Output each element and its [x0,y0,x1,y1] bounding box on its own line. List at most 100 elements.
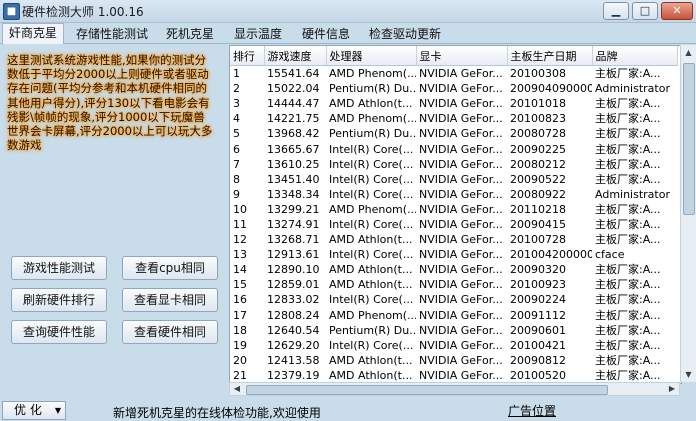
optimize-dropdown[interactable]: 优 化 ▼ [2,401,66,420]
table-row[interactable]: 8 13451.40 Intel(R) Core(... NVIDIA GeFor..… [230,172,677,187]
scroll-down-icon[interactable]: ▼ [681,367,696,382]
table-row[interactable]: 5 13968.42 Pentium(R) Du... NVIDIA GeFor...… [230,126,677,141]
table-cell: 20100728 [510,233,566,247]
maximize-button[interactable]: □ [632,2,658,20]
header-gpu[interactable]: 显卡 [416,46,508,66]
minimize-button[interactable]: ▁ [603,2,629,20]
horizontal-scroll-thumb[interactable] [246,385,608,395]
table-row[interactable]: 17 12808.24 AMD Phenom(... NVIDIA GeFor... 2… [230,308,677,323]
table-cell: NVIDIA GeFor... [419,308,503,322]
table-row[interactable]: 15 12859.01 AMD Athlon(t... NVIDIA GeFor...… [230,277,677,292]
scroll-up-icon[interactable]: ▲ [681,45,696,60]
table-cell: 20101018 [510,97,566,111]
table-cell: 18 [233,323,247,337]
table-cell: NVIDIA GeFor... [419,127,503,141]
table-cell: 主板厂家:A... [595,338,661,352]
view-same-gpu-button[interactable]: 查看显卡相同 [122,288,218,312]
table-cell: 主板厂家:A... [595,217,661,231]
table-cell: 主板厂家:A... [595,112,661,126]
table-cell: 201004200000... [510,248,592,262]
vertical-scroll-thumb[interactable] [683,63,695,215]
tab-storage-test[interactable]: 存储性能测试 [68,24,156,43]
title-bar: ■ 硬件检测大师 1.00.16 ▁ □ ✕ [0,0,696,23]
header-brand[interactable]: 品牌 [592,46,678,66]
table-cell: 主板厂家:A... [595,142,661,156]
table-row[interactable]: 2 15022.04 Pentium(R) Du... NVIDIA GeFor...… [230,81,677,96]
table-row[interactable]: 20 12413.58 AMD Athlon(t... NVIDIA GeFor...… [230,353,677,368]
table-cell: 12379.19 [267,368,320,382]
table-row[interactable]: 6 13665.67 Intel(R) Core(... NVIDIA GeFor..… [230,141,677,156]
table-row[interactable]: 14 12890.10 AMD Athlon(t... NVIDIA GeFor...… [230,262,677,277]
table-row[interactable]: 10 13299.21 AMD Phenom(... NVIDIA GeFor... 2… [230,202,677,217]
table-row[interactable]: 9 13348.34 Intel(R) Core(... NVIDIA GeFor..… [230,187,677,202]
table-cell: 12808.24 [267,308,320,322]
table-cell: 20090320 [510,263,566,277]
table-row[interactable]: 7 13610.25 Intel(R) Core(... NVIDIA GeFor..… [230,157,677,172]
table-cell: Intel(R) Core(... [329,157,414,171]
tab-jianshang[interactable]: 奸商克星 [2,23,64,44]
table-row[interactable]: 18 12640.54 Pentium(R) Du... NVIDIA GeFor..… [230,323,677,338]
table-cell: NVIDIA GeFor... [419,82,503,96]
table-cell: 3 [233,97,240,111]
table-row[interactable]: 19 12629.20 Intel(R) Core(... NVIDIA GeFor.… [230,338,677,353]
vertical-scrollbar[interactable]: ▲ ▼ [680,45,696,382]
table-cell: 主板厂家:A... [595,157,661,171]
table-row[interactable]: 11 13274.91 Intel(R) Core(... NVIDIA GeFor.… [230,217,677,232]
table-cell: AMD Athlon(t... [329,278,413,292]
table-cell: 13665.67 [267,142,320,156]
table-row[interactable]: 16 12833.02 Intel(R) Core(... NVIDIA GeFor.… [230,292,677,307]
table-cell: 20090812 [510,353,566,367]
table-row[interactable]: 12 13268.71 AMD Athlon(t... NVIDIA GeFor...… [230,232,677,247]
table-cell: 主板厂家:A... [595,323,661,337]
table-cell: NVIDIA GeFor... [419,368,503,382]
view-same-hardware-button[interactable]: 查看硬件相同 [122,320,218,344]
table-cell: NVIDIA GeFor... [419,112,503,126]
window-title: 硬件检测大师 1.00.16 [22,5,144,19]
table-cell: Intel(R) Core(... [329,142,414,156]
scroll-left-icon[interactable]: ◀ [230,383,244,395]
table-cell: 20100823 [510,112,566,126]
table-cell: 9 [233,187,240,201]
game-performance-test-button[interactable]: 游戏性能测试 [11,256,107,280]
table-cell: 12913.61 [267,248,320,262]
refresh-hardware-rank-button[interactable]: 刷新硬件排行 [11,288,107,312]
header-rank[interactable]: 排行 [230,46,265,66]
table-cell: 11 [233,217,247,231]
tab-hardware-info[interactable]: 硬件信息 [294,24,358,43]
table-row[interactable]: 13 12913.61 Intel(R) Core(... NVIDIA GeFor.… [230,247,677,262]
table-cell: 10 [233,202,247,216]
table-cell: 12890.10 [267,263,320,277]
tab-temperature[interactable]: 显示温度 [226,24,290,43]
ranking-table[interactable]: 排行 游戏速度 处理器 显卡 主板生产日期 品牌 1 15541.64 AMD Ph… [229,45,682,384]
table-cell: 20100308 [510,67,566,81]
ad-link[interactable]: 广告位置 [508,402,556,419]
table-cell: 14444.47 [267,97,320,111]
table-cell: Intel(R) Core(... [329,248,414,262]
table-cell: 20110218 [510,202,566,216]
table-cell: 20100520 [510,368,566,382]
header-game-speed[interactable]: 游戏速度 [264,46,327,66]
table-row[interactable]: 1 15541.64 AMD Phenom(... NVIDIA GeFor... 20… [230,66,677,82]
dropdown-arrow-icon: ▼ [54,406,61,415]
table-row[interactable]: 21 12379.19 AMD Athlon(t... NVIDIA GeFor...… [230,368,677,383]
table-cell: AMD Athlon(t... [329,353,413,367]
query-hardware-performance-button[interactable]: 查询硬件性能 [11,320,107,344]
table-cell: 14 [233,263,247,277]
tab-driver-update[interactable]: 检查驱动更新 [362,24,448,43]
table-cell: NVIDIA GeFor... [419,353,503,367]
table-cell: 13 [233,248,247,262]
header-cpu[interactable]: 处理器 [326,46,417,66]
table-row[interactable]: 3 14444.47 AMD Athlon(t... NVIDIA GeFor... 2… [230,96,677,111]
table-cell: NVIDIA GeFor... [419,67,503,81]
header-board-date[interactable]: 主板生产日期 [507,46,593,66]
table-row[interactable]: 4 14221.75 AMD Phenom(... NVIDIA GeFor... 20… [230,111,677,126]
close-button[interactable]: ✕ [661,2,693,20]
table-cell: AMD Athlon(t... [329,97,413,111]
table-cell: 主板厂家:A... [595,172,661,186]
scroll-right-icon[interactable]: ▶ [665,383,679,395]
table-cell: AMD Phenom(... [329,112,416,126]
tab-crash-killer[interactable]: 死机克星 [158,24,222,43]
horizontal-scrollbar[interactable]: ◀ ▶ [229,382,680,396]
table-cell: NVIDIA GeFor... [419,338,503,352]
view-same-cpu-button[interactable]: 查看cpu相同 [122,256,218,280]
